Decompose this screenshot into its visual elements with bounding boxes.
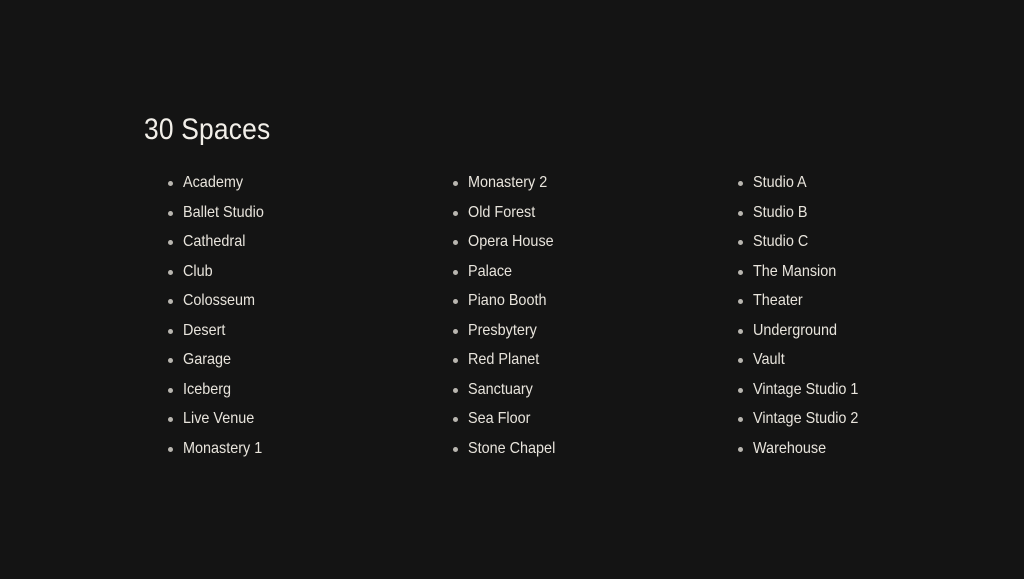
list-item[interactable]: Cathedral <box>168 227 453 257</box>
page-title: 30 Spaces <box>144 113 271 147</box>
list-item-label: Palace <box>468 262 513 280</box>
spaces-list-3: Studio A Studio B Studio C The Mansion T… <box>738 168 1023 463</box>
list-item-label: Garage <box>183 351 232 368</box>
list-item[interactable]: Underground <box>738 316 1023 346</box>
list-item[interactable]: Monastery 1 <box>168 434 453 464</box>
bullet-dot-icon <box>738 299 743 304</box>
list-item-label: Vintage Studio 1 <box>753 380 859 398</box>
list-item-label: Old Forest <box>468 203 536 221</box>
bullet-dot-icon <box>453 417 458 422</box>
list-item-label: Underground <box>753 321 838 339</box>
list-item-label: Sanctuary <box>468 380 533 398</box>
list-item-label: Studio B <box>753 203 808 221</box>
list-item-label: Warehouse <box>753 439 827 457</box>
bullet-dot-icon <box>738 210 743 216</box>
list-item[interactable]: Piano Booth <box>453 286 738 316</box>
list-item-label: Vault <box>753 351 785 368</box>
bullet-dot-icon <box>738 328 743 334</box>
bullet-dot-icon <box>453 387 458 393</box>
list-item-label: Opera House <box>468 233 554 250</box>
spaces-list-2: Monastery 2 Old Forest Opera House Palac… <box>453 168 738 463</box>
list-item[interactable]: Opera House <box>453 227 738 257</box>
list-item[interactable]: Old Forest <box>453 198 738 228</box>
list-item-label: Colosseum <box>183 292 256 309</box>
list-item[interactable]: Club <box>168 257 453 287</box>
list-item[interactable]: Sanctuary <box>453 375 738 405</box>
list-item[interactable]: Studio B <box>738 198 1023 228</box>
bullet-dot-icon <box>453 358 458 363</box>
bullet-dot-icon <box>453 269 458 275</box>
list-item-label: Red Planet <box>468 351 540 368</box>
list-item-label: Desert <box>183 321 226 339</box>
list-item-label: Presbytery <box>468 321 537 339</box>
bullet-dot-icon <box>453 181 458 186</box>
list-item[interactable]: Vault <box>738 345 1023 375</box>
list-item[interactable]: Iceberg <box>168 375 453 405</box>
bullet-dot-icon <box>168 387 173 393</box>
bullet-dot-icon <box>738 446 743 452</box>
spaces-column-3: Studio A Studio B Studio C The Mansion T… <box>738 168 1023 463</box>
list-item[interactable]: Desert <box>168 316 453 346</box>
list-item-label: Club <box>183 262 213 280</box>
list-item[interactable]: Studio C <box>738 227 1023 257</box>
list-item[interactable]: Ballet Studio <box>168 198 453 228</box>
list-item[interactable]: Vintage Studio 2 <box>738 404 1023 434</box>
list-item[interactable]: Studio A <box>738 168 1023 198</box>
bullet-dot-icon <box>168 299 173 304</box>
list-item-label: Piano Booth <box>468 292 547 309</box>
list-item-label: Academy <box>183 174 244 191</box>
list-item[interactable]: Warehouse <box>738 434 1023 464</box>
bullet-dot-icon <box>738 358 743 363</box>
list-item[interactable]: Palace <box>453 257 738 287</box>
bullet-dot-icon <box>453 299 458 304</box>
list-item-label: Studio A <box>753 174 807 191</box>
list-item-label: Stone Chapel <box>468 439 556 457</box>
list-item-label: The Mansion <box>753 262 837 280</box>
list-item-label: Studio C <box>753 233 809 250</box>
bullet-dot-icon <box>168 210 173 216</box>
list-item[interactable]: Academy <box>168 168 453 198</box>
list-item-label: Ballet Studio <box>183 203 264 221</box>
bullet-dot-icon <box>168 417 173 422</box>
bullet-dot-icon <box>738 181 743 186</box>
list-item[interactable]: Colosseum <box>168 286 453 316</box>
list-item-label: Live Venue <box>183 410 255 427</box>
bullet-dot-icon <box>453 210 458 216</box>
bullet-dot-icon <box>453 328 458 334</box>
list-item[interactable]: Vintage Studio 1 <box>738 375 1023 405</box>
list-item-label: Vintage Studio 2 <box>753 410 859 427</box>
bullet-dot-icon <box>168 358 173 363</box>
list-item[interactable]: Stone Chapel <box>453 434 738 464</box>
bullet-dot-icon <box>168 446 173 452</box>
list-item[interactable]: Red Planet <box>453 345 738 375</box>
bullet-dot-icon <box>168 240 173 245</box>
bullet-dot-icon <box>738 240 743 245</box>
spaces-columns: Academy Ballet Studio Cathedral Club Col… <box>168 168 1024 463</box>
bullet-dot-icon <box>738 417 743 422</box>
spaces-page: 30 Spaces Academy Ballet Studio Cathedra… <box>0 0 1024 579</box>
list-item-label: Monastery 2 <box>468 174 548 191</box>
list-item-label: Theater <box>753 292 803 309</box>
bullet-dot-icon <box>738 387 743 393</box>
list-item[interactable]: Sea Floor <box>453 404 738 434</box>
spaces-column-1: Academy Ballet Studio Cathedral Club Col… <box>168 168 453 463</box>
list-item[interactable]: Theater <box>738 286 1023 316</box>
bullet-dot-icon <box>453 240 458 245</box>
bullet-dot-icon <box>168 328 173 334</box>
list-item[interactable]: Live Venue <box>168 404 453 434</box>
bullet-dot-icon <box>738 269 743 275</box>
list-item[interactable]: Monastery 2 <box>453 168 738 198</box>
bullet-dot-icon <box>168 181 173 186</box>
list-item[interactable]: Garage <box>168 345 453 375</box>
spaces-column-2: Monastery 2 Old Forest Opera House Palac… <box>453 168 738 463</box>
list-item[interactable]: The Mansion <box>738 257 1023 287</box>
list-item[interactable]: Presbytery <box>453 316 738 346</box>
list-item-label: Cathedral <box>183 233 246 250</box>
bullet-dot-icon <box>453 446 458 452</box>
spaces-list-1: Academy Ballet Studio Cathedral Club Col… <box>168 168 453 463</box>
list-item-label: Monastery 1 <box>183 439 263 457</box>
list-item-label: Iceberg <box>183 380 232 398</box>
bullet-dot-icon <box>168 269 173 275</box>
list-item-label: Sea Floor <box>468 410 531 427</box>
